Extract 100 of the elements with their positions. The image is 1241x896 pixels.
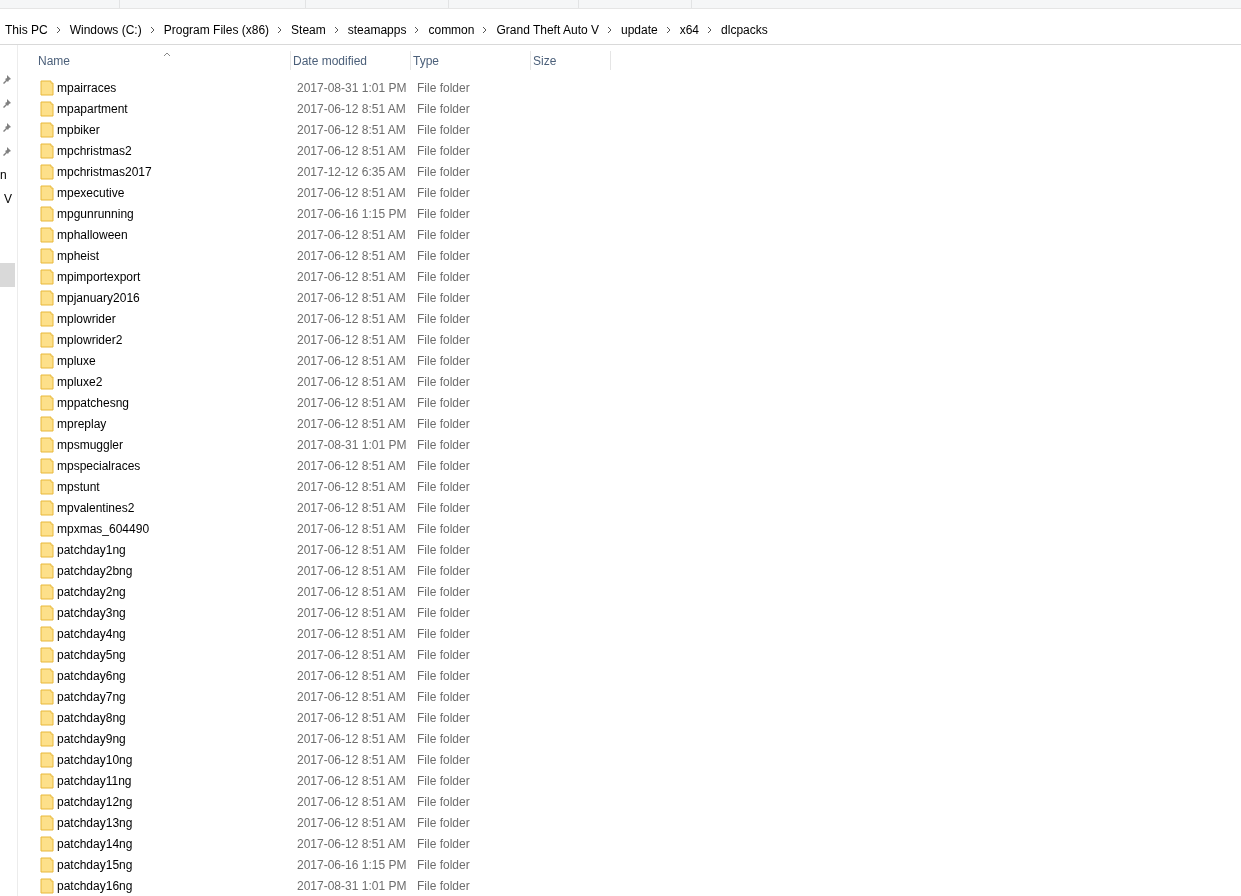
file-row[interactable]: mpexecutive 2017-06-12 8:51 AM File folder — [36, 182, 1241, 203]
breadcrumb-item[interactable]: Steam — [291, 20, 326, 39]
file-row[interactable]: patchday12ng 2017-06-12 8:51 AM File folder — [36, 791, 1241, 812]
chevron-right-icon[interactable] — [149, 25, 156, 34]
pin-icon[interactable] — [2, 74, 12, 84]
file-row[interactable]: mpspecialraces 2017-06-12 8:51 AM File folder — [36, 455, 1241, 476]
file-type: File folder — [417, 542, 470, 557]
column-header[interactable]: Name — [36, 51, 291, 70]
file-type: File folder — [417, 605, 470, 620]
chevron-right-icon[interactable] — [482, 25, 489, 34]
date-modified: 2017-06-12 8:51 AM — [297, 311, 406, 326]
file-row[interactable]: patchday5ng 2017-06-12 8:51 AM File folder — [36, 644, 1241, 665]
breadcrumb-item[interactable]: Windows (C:) — [69, 20, 142, 39]
file-type: File folder — [417, 437, 470, 452]
chevron-right-icon[interactable] — [333, 25, 340, 34]
file-row[interactable]: mpchristmas2017 2017-12-12 6:35 AM File folder — [36, 161, 1241, 182]
date-modified: 2017-06-12 8:51 AM — [297, 332, 406, 347]
pin-icon[interactable] — [2, 98, 12, 108]
file-row[interactable]: mpchristmas2 2017-06-12 8:51 AM File folder — [36, 140, 1241, 161]
folder-icon — [40, 877, 54, 894]
chevron-right-icon[interactable] — [707, 25, 714, 34]
file-name: patchday3ng — [57, 604, 126, 622]
file-row[interactable]: patchday13ng 2017-06-12 8:51 AM File folder — [36, 812, 1241, 833]
file-row[interactable]: patchday11ng 2017-06-12 8:51 AM File folder — [36, 770, 1241, 791]
breadcrumb-item[interactable]: update — [621, 20, 658, 39]
file-row[interactable]: patchday8ng 2017-06-12 8:51 AM File folder — [36, 707, 1241, 728]
pin-icon[interactable] — [2, 122, 12, 132]
file-row[interactable]: patchday7ng 2017-06-12 8:51 AM File folder — [36, 686, 1241, 707]
file-row[interactable]: mpimportexport 2017-06-12 8:51 AM File folder — [36, 266, 1241, 287]
file-type: File folder — [417, 374, 470, 389]
breadcrumb-item[interactable]: Grand Theft Auto V — [496, 20, 599, 39]
file-row[interactable]: mplowrider2 2017-06-12 8:51 AM File folder — [36, 329, 1241, 350]
file-type: File folder — [417, 80, 470, 95]
chevron-right-icon[interactable] — [607, 25, 613, 34]
file-name: mpstunt — [57, 478, 100, 496]
column-header[interactable]: Date modified — [291, 51, 411, 70]
file-row[interactable]: patchday16ng 2017-08-31 1:01 PM File folder — [36, 875, 1241, 896]
file-row[interactable]: mpheist 2017-06-12 8:51 AM File folder — [36, 245, 1241, 266]
folder-icon — [40, 436, 54, 453]
file-type: File folder — [417, 101, 470, 116]
file-row[interactable]: patchday14ng 2017-06-12 8:51 AM File folder — [36, 833, 1241, 854]
chevron-right-icon[interactable] — [665, 25, 672, 34]
file-row[interactable]: mpairraces 2017-08-31 1:01 PM File folder — [36, 77, 1241, 98]
breadcrumb-item[interactable]: dlcpacks — [721, 20, 768, 39]
file-row[interactable]: patchday9ng 2017-06-12 8:51 AM File folder — [36, 728, 1241, 749]
file-row[interactable]: mpjanuary2016 2017-06-12 8:51 AM File folder — [36, 287, 1241, 308]
file-name: mplowrider2 — [57, 331, 123, 349]
date-modified: 2017-06-12 8:51 AM — [297, 143, 406, 158]
file-row[interactable]: mppatchesng 2017-06-12 8:51 AM File folder — [36, 392, 1241, 413]
file-type: File folder — [417, 122, 470, 137]
file-type: File folder — [417, 269, 470, 284]
pin-icon[interactable] — [2, 146, 12, 156]
file-row[interactable]: mpluxe 2017-06-12 8:51 AM File folder — [36, 350, 1241, 371]
chevron-right-icon[interactable] — [414, 25, 421, 34]
file-row[interactable]: patchday6ng 2017-06-12 8:51 AM File folder — [36, 665, 1241, 686]
file-row[interactable]: patchday1ng 2017-06-12 8:51 AM File folder — [36, 539, 1241, 560]
file-name: mpapartment — [57, 100, 128, 118]
file-name: patchday14ng — [57, 835, 133, 853]
breadcrumb-item[interactable]: x64 — [679, 20, 700, 39]
date-modified: 2017-08-31 1:01 PM — [297, 437, 407, 452]
file-name: mpspecialraces — [57, 457, 141, 475]
file-row[interactable]: mpgunrunning 2017-06-16 1:15 PM File folder — [36, 203, 1241, 224]
folder-icon — [40, 709, 54, 726]
file-row[interactable]: mphalloween 2017-06-12 8:51 AM File folder — [36, 224, 1241, 245]
file-row[interactable]: patchday3ng 2017-06-12 8:51 AM File folder — [36, 602, 1241, 623]
file-row[interactable]: mpluxe2 2017-06-12 8:51 AM File folder — [36, 371, 1241, 392]
file-row[interactable]: patchday4ng 2017-06-12 8:51 AM File folder — [36, 623, 1241, 644]
nav-item-label[interactable]: V — [4, 190, 12, 208]
file-row[interactable]: patchday10ng 2017-06-12 8:51 AM File folder — [36, 749, 1241, 770]
file-row[interactable]: mpvalentines2 2017-06-12 8:51 AM File folder — [36, 497, 1241, 518]
file-row[interactable]: patchday2ng 2017-06-12 8:51 AM File folder — [36, 581, 1241, 602]
folder-icon — [40, 79, 54, 96]
column-header[interactable]: Size — [531, 51, 611, 70]
file-row[interactable]: mpxmas_604490 2017-06-12 8:51 AM File folder — [36, 518, 1241, 539]
file-type: File folder — [417, 836, 470, 851]
chevron-right-icon[interactable] — [277, 25, 284, 34]
breadcrumb-item[interactable]: steamapps — [347, 20, 407, 39]
file-type: File folder — [417, 521, 470, 536]
chevron-right-icon[interactable] — [55, 25, 62, 34]
file-row[interactable]: patchday2bng 2017-06-12 8:51 AM File folder — [36, 560, 1241, 581]
breadcrumb-item[interactable]: Program Files (x86) — [163, 20, 270, 39]
file-row[interactable]: mpreplay 2017-06-12 8:51 AM File folder — [36, 413, 1241, 434]
date-modified: 2017-06-12 8:51 AM — [297, 479, 406, 494]
file-row[interactable]: mpbiker 2017-06-12 8:51 AM File folder — [36, 119, 1241, 140]
date-modified: 2017-06-12 8:51 AM — [297, 542, 406, 557]
file-row[interactable]: patchday15ng 2017-06-16 1:15 PM File folder — [36, 854, 1241, 875]
file-row[interactable]: mpstunt 2017-06-12 8:51 AM File folder — [36, 476, 1241, 497]
date-modified: 2017-06-12 8:51 AM — [297, 773, 406, 788]
file-row[interactable]: mpapartment 2017-06-12 8:51 AM File folder — [36, 98, 1241, 119]
file-row[interactable]: mplowrider 2017-06-12 8:51 AM File folder — [36, 308, 1241, 329]
date-modified: 2017-08-31 1:01 PM — [297, 80, 407, 95]
breadcrumb-item[interactable]: common — [428, 20, 475, 39]
date-modified: 2017-06-12 8:51 AM — [297, 101, 406, 116]
file-row[interactable]: mpsmuggler 2017-08-31 1:01 PM File folder — [36, 434, 1241, 455]
file-name: patchday9ng — [57, 730, 126, 748]
nav-item-label[interactable]: n — [0, 166, 7, 184]
breadcrumb-item[interactable]: This PC — [5, 20, 48, 39]
file-type: File folder — [417, 563, 470, 578]
column-header[interactable]: Type — [411, 51, 531, 70]
date-modified: 2017-06-16 1:15 PM — [297, 206, 407, 221]
